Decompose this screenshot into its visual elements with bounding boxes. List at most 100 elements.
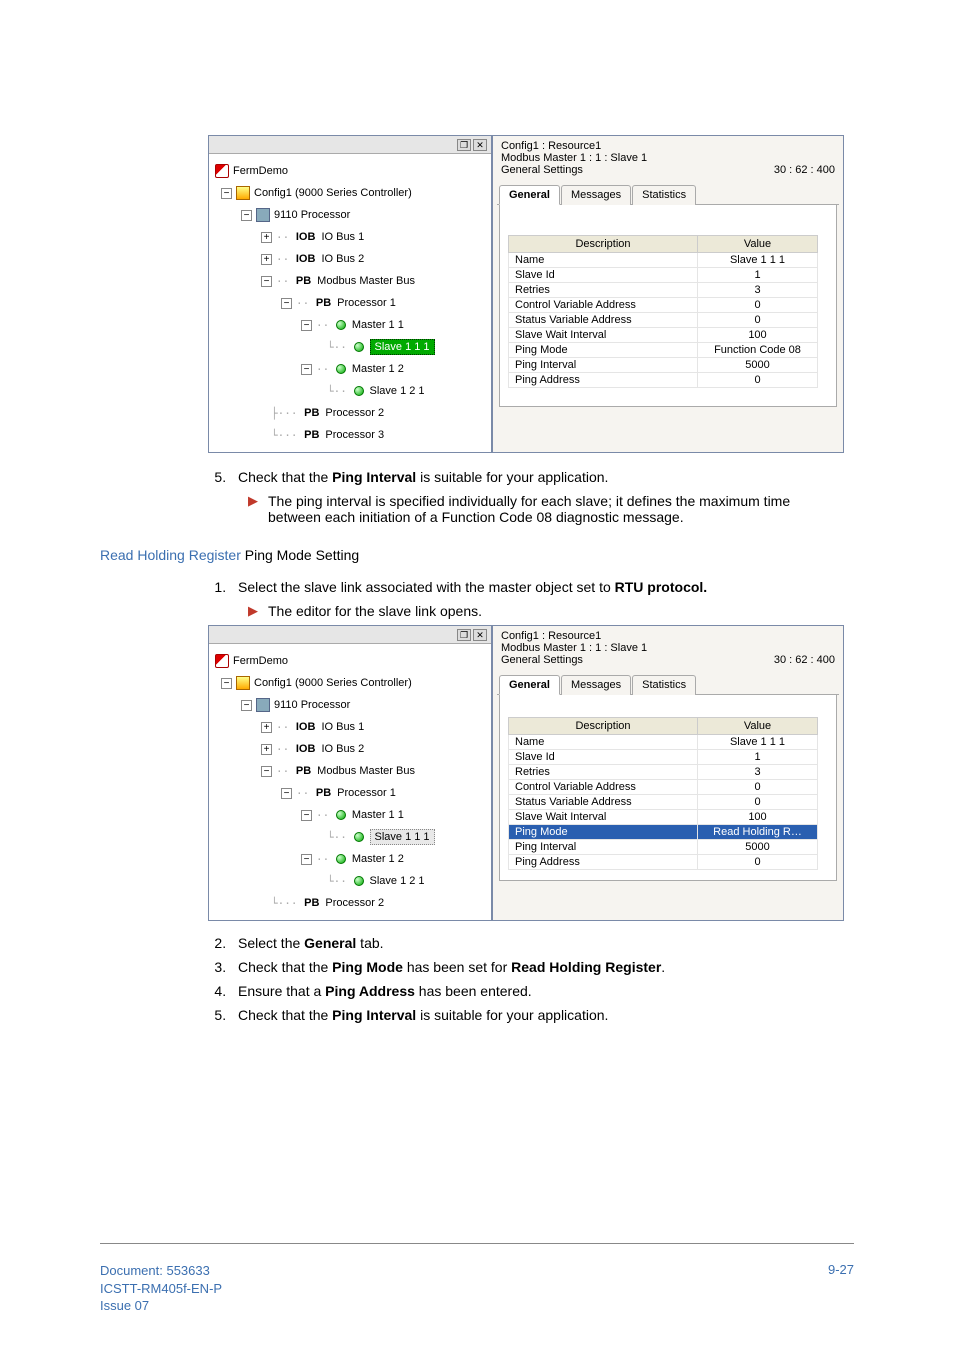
expand-icon[interactable]: + xyxy=(261,254,272,265)
collapse-icon[interactable]: − xyxy=(301,854,312,865)
collapse-icon[interactable]: − xyxy=(241,210,252,221)
tree-label[interactable]: IO Bus 1 xyxy=(321,231,364,243)
tabs: General Messages Statistics xyxy=(497,184,839,205)
tab-statistics[interactable]: Statistics xyxy=(632,675,696,695)
tree-label[interactable]: Processor 2 xyxy=(325,897,384,909)
node-icon xyxy=(354,342,364,352)
node-icon xyxy=(354,876,364,886)
close-icon[interactable]: ✕ xyxy=(473,139,487,151)
table-row[interactable]: Slave Wait Interval100 xyxy=(509,328,818,343)
tab-general[interactable]: General xyxy=(499,675,560,695)
app-icon xyxy=(215,164,229,178)
node-icon xyxy=(354,832,364,842)
tree-label[interactable]: Master 1 1 xyxy=(352,809,404,821)
tree-label[interactable]: IO Bus 2 xyxy=(321,253,364,265)
restore-icon[interactable]: ❐ xyxy=(457,139,471,151)
tree-label[interactable]: 9110 Processor xyxy=(274,699,350,711)
node-icon xyxy=(336,364,346,374)
restore-icon[interactable]: ❐ xyxy=(457,629,471,641)
tree-root[interactable]: FermDemo xyxy=(215,160,487,182)
processor-icon xyxy=(256,698,270,712)
tree-prefix: PB xyxy=(316,297,331,309)
table-row[interactable]: Slave Id1 xyxy=(509,268,818,283)
tab-statistics[interactable]: Statistics xyxy=(632,185,696,205)
tree-selected[interactable]: Slave 1 1 1 xyxy=(370,339,435,355)
node-icon xyxy=(336,320,346,330)
table-row[interactable]: Slave Wait Interval100 xyxy=(509,810,818,825)
table-row[interactable]: Control Variable Address0 xyxy=(509,298,818,313)
expand-icon[interactable]: + xyxy=(261,232,272,243)
tree-prefix: PB xyxy=(316,787,331,799)
table-row[interactable]: Ping Interval5000 xyxy=(509,358,818,373)
collapse-icon[interactable]: − xyxy=(301,364,312,375)
collapse-icon[interactable]: − xyxy=(261,276,272,287)
table-row[interactable]: Status Variable Address0 xyxy=(509,795,818,810)
processor-icon xyxy=(256,208,270,222)
table-row[interactable]: Ping ModeRead Holding R… xyxy=(509,825,818,840)
table-row[interactable]: Ping Address0 xyxy=(509,855,818,870)
table-row[interactable]: Control Variable Address0 xyxy=(509,780,818,795)
table-row[interactable]: NameSlave 1 1 1 xyxy=(509,253,818,268)
table-row[interactable]: Ping ModeFunction Code 08 xyxy=(509,343,818,358)
tree-label[interactable]: Processor 1 xyxy=(337,297,396,309)
list-item: Select the slave link associated with th… xyxy=(230,579,854,595)
tree-label[interactable]: Slave 1 2 1 xyxy=(370,385,425,397)
expand-icon[interactable]: + xyxy=(261,722,272,733)
collapse-icon[interactable]: − xyxy=(281,298,292,309)
collapse-icon[interactable]: − xyxy=(301,810,312,821)
tab-messages[interactable]: Messages xyxy=(561,185,631,205)
tree-label[interactable]: 9110 Processor xyxy=(274,209,350,221)
context-line-2: Modbus Master 1 : 1 : Slave 1 xyxy=(501,642,835,654)
tree-label[interactable]: Master 1 2 xyxy=(352,853,404,865)
tree-prefix: IOB xyxy=(296,231,316,243)
close-icon[interactable]: ✕ xyxy=(473,629,487,641)
timestamp: 30 : 62 : 400 xyxy=(774,654,835,666)
tree-label[interactable]: Master 1 1 xyxy=(352,319,404,331)
section-heading: Read Holding Register Ping Mode Setting xyxy=(100,547,854,563)
tab-general[interactable]: General xyxy=(499,185,560,205)
triangle-icon: ▶ xyxy=(248,603,258,619)
tree-label[interactable]: Config1 (9000 Series Controller) xyxy=(254,187,412,199)
col-description: Description xyxy=(509,236,698,253)
tree-label[interactable]: IO Bus 1 xyxy=(321,721,364,733)
collapse-icon[interactable]: − xyxy=(281,788,292,799)
footer-doc: Document: 553633 xyxy=(100,1262,222,1280)
properties-pane: Config1 : Resource1 Modbus Master 1 : 1 … xyxy=(492,135,844,453)
table-row[interactable]: Ping Address0 xyxy=(509,373,818,388)
tree-prefix: IOB xyxy=(296,721,316,733)
tree-label[interactable]: Processor 2 xyxy=(325,407,384,419)
tree-root[interactable]: FermDemo xyxy=(215,650,487,672)
expand-icon[interactable]: + xyxy=(261,744,272,755)
tree-label[interactable]: Master 1 2 xyxy=(352,363,404,375)
bullet-row: ▶ The editor for the slave link opens. xyxy=(248,603,854,619)
step-list-top: Check that the Ping Interval is suitable… xyxy=(100,469,854,485)
tree-label[interactable]: Slave 1 2 1 xyxy=(370,875,425,887)
table-row[interactable]: Status Variable Address0 xyxy=(509,313,818,328)
tree-label[interactable]: Processor 1 xyxy=(337,787,396,799)
tree-label[interactable]: Modbus Master Bus xyxy=(317,765,415,777)
controller-icon xyxy=(236,186,250,200)
collapse-icon[interactable]: − xyxy=(301,320,312,331)
table-row[interactable]: Ping Interval5000 xyxy=(509,840,818,855)
table-row[interactable]: Slave Id1 xyxy=(509,750,818,765)
collapse-icon[interactable]: − xyxy=(241,700,252,711)
tab-messages[interactable]: Messages xyxy=(561,675,631,695)
tree-label[interactable]: Processor 3 xyxy=(325,429,384,441)
tree-label[interactable]: IO Bus 2 xyxy=(321,743,364,755)
tree-label[interactable]: Modbus Master Bus xyxy=(317,275,415,287)
collapse-icon[interactable]: − xyxy=(221,678,232,689)
collapse-icon[interactable]: − xyxy=(221,188,232,199)
window-titlebar: ❐ ✕ xyxy=(209,626,491,644)
collapse-icon[interactable]: − xyxy=(261,766,272,777)
screenshot-2: ❐ ✕ FermDemo − Config1 (9000 Series Cont… xyxy=(208,625,854,921)
bullet-text: The ping interval is specified individua… xyxy=(268,493,828,525)
tree-prefix: PB xyxy=(304,897,319,909)
context-line-3: General Settings xyxy=(501,164,583,176)
tree-label[interactable]: Config1 (9000 Series Controller) xyxy=(254,677,412,689)
list-item: Check that the Ping Interval is suitable… xyxy=(230,1007,854,1023)
tree-selected[interactable]: Slave 1 1 1 xyxy=(370,829,435,845)
table-row[interactable]: NameSlave 1 1 1 xyxy=(509,735,818,750)
table-row[interactable]: Retries3 xyxy=(509,283,818,298)
tree-prefix: PB xyxy=(304,407,319,419)
table-row[interactable]: Retries3 xyxy=(509,765,818,780)
